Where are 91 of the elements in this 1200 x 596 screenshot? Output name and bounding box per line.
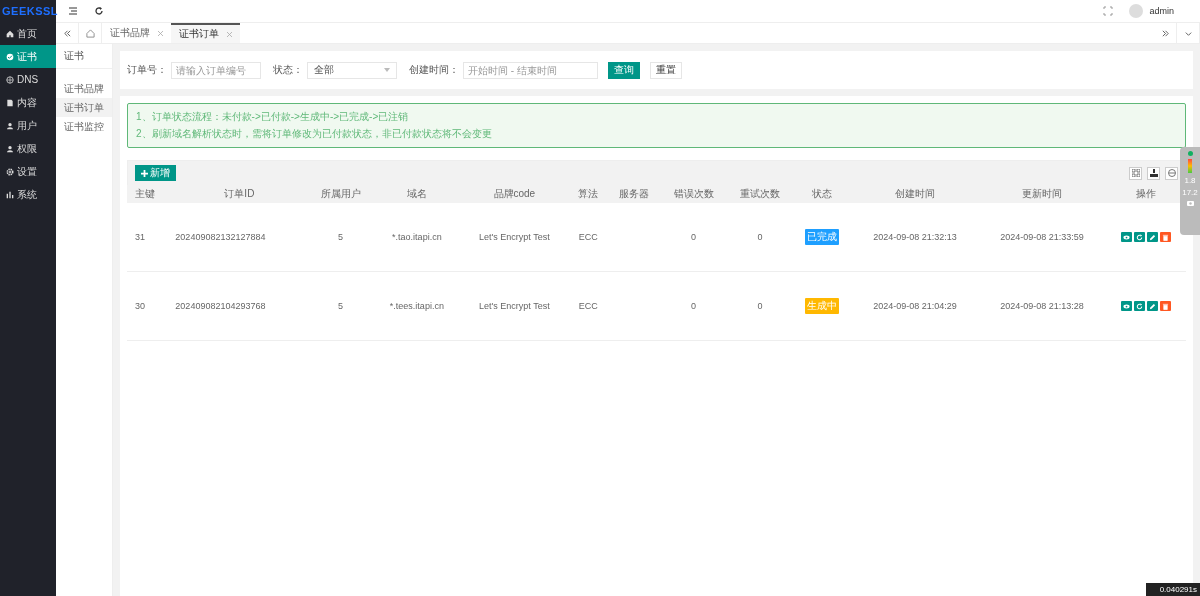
close-icon[interactable] — [227, 31, 232, 37]
view-button[interactable] — [1120, 301, 1132, 311]
table-cell: 0 — [691, 301, 697, 311]
sidebar-item[interactable]: 首页 — [0, 22, 56, 45]
status-select[interactable]: 全部 — [307, 61, 397, 79]
gear-icon — [6, 167, 14, 176]
field-label: 状态： — [273, 63, 303, 77]
reset-button[interactable]: 重置 — [650, 61, 682, 79]
table-cell: 2024-09-08 21:33:59 — [1000, 232, 1084, 242]
refresh-icon[interactable] — [94, 6, 104, 16]
submenu-item[interactable]: 证书订单 — [56, 98, 112, 117]
table-cell: 0 — [691, 232, 697, 242]
cert-icon — [6, 52, 14, 61]
search-button[interactable]: 查询 — [608, 61, 640, 79]
table-cell: 2024-09-08 21:04:29 — [873, 301, 957, 311]
column-header: 状态 — [793, 185, 852, 203]
notice-text: 2、刷新域名解析状态时，需将订单修改为已付款状态，非已付款状态将不会变更 — [136, 127, 493, 141]
timing-badge: 0.040291s — [1145, 583, 1200, 596]
table-cell: Let's Encrypt Test — [479, 301, 550, 311]
column-header: 主键 — [127, 185, 172, 203]
column-header: 品牌code — [459, 185, 569, 203]
caret-icon — [384, 68, 390, 72]
status-badge: 生成中 — [805, 298, 840, 314]
table-cell: *.tao.itapi.cn — [392, 232, 442, 242]
home-icon — [6, 29, 14, 38]
column-header: 重试次数 — [726, 185, 794, 203]
column-header: 创建时间 — [851, 185, 979, 203]
table-cell: 31 — [135, 232, 145, 242]
print-icon[interactable] — [1165, 166, 1178, 180]
column-header: 域名 — [373, 185, 460, 203]
speed-reading: 17.2 — [1182, 188, 1198, 197]
file-icon — [6, 98, 14, 107]
table-cell: 0 — [757, 301, 763, 311]
column-header: 错误次数 — [660, 185, 727, 203]
delete-button[interactable] — [1159, 232, 1171, 242]
submenu-item[interactable]: 证书监控 — [56, 117, 112, 136]
table-cell: 202409082104293768 — [175, 301, 266, 311]
column-header: 订单ID — [171, 185, 308, 203]
table-cell: 2024-09-08 21:32:13 — [873, 232, 957, 242]
refresh-button[interactable] — [1133, 232, 1145, 242]
table-cell: 30 — [135, 301, 145, 311]
tab[interactable]: 证书品牌 — [102, 23, 171, 43]
order-number-field[interactable]: 请输入订单编号 — [171, 61, 261, 79]
date-range-field[interactable]: 开始时间 - 结束时间 — [463, 61, 598, 79]
column-header: 算法 — [568, 185, 608, 203]
refresh-button[interactable] — [1133, 301, 1145, 311]
table-cell: 5 — [338, 301, 344, 311]
add-button[interactable]: 新增 — [135, 165, 176, 181]
close-icon[interactable] — [158, 30, 163, 36]
sidebar-item[interactable]: 内容 — [0, 91, 56, 114]
menu-icon[interactable] — [68, 6, 78, 16]
table-cell: ECC — [578, 232, 598, 242]
delete-button[interactable] — [1159, 301, 1171, 311]
column-header: 更新时间 — [978, 185, 1106, 203]
user-icon — [6, 121, 14, 130]
table-cell: 202409082132127884 — [175, 232, 266, 242]
sidebar-item[interactable]: 证书 — [0, 45, 56, 68]
field-label: 创建时间： — [409, 63, 459, 77]
table-cell: 0 — [757, 232, 763, 242]
globe-icon — [6, 75, 14, 84]
columns-icon[interactable] — [1129, 166, 1142, 180]
sidebar-item[interactable]: 用户 — [0, 114, 56, 137]
table-cell: 2024-09-08 21:13:28 — [1000, 301, 1084, 311]
table-cell: 5 — [338, 232, 344, 242]
sidebar-item[interactable]: 权限 — [0, 137, 56, 160]
camera-icon[interactable] — [1186, 200, 1194, 206]
edit-button[interactable] — [1146, 232, 1158, 242]
column-header: 所属用户 — [307, 185, 374, 203]
table-cell: Let's Encrypt Test — [479, 232, 550, 242]
export-icon[interactable] — [1147, 166, 1160, 180]
submenu-title: 证书 — [56, 44, 112, 69]
notice-text: 1、订单状态流程：未付款->已付款->生成中->已完成->已注销 — [136, 110, 410, 124]
view-button[interactable] — [1120, 232, 1132, 242]
field-label: 订单号： — [127, 63, 167, 77]
sidebar-item[interactable]: DNS — [0, 68, 56, 91]
sidebar-item[interactable]: 系统 — [0, 183, 56, 206]
tab[interactable]: 证书订单 — [171, 23, 240, 43]
chart-icon — [6, 190, 14, 199]
edit-button[interactable] — [1146, 301, 1158, 311]
status-badge: 已完成 — [805, 229, 840, 245]
column-header: 服务器 — [607, 185, 661, 203]
username[interactable]: admin — [1149, 6, 1174, 16]
sidebar-item[interactable]: 设置 — [0, 160, 56, 183]
status-dot — [1187, 151, 1193, 156]
user-icon — [6, 144, 14, 153]
table-cell: ECC — [578, 301, 598, 311]
plus-icon — [141, 169, 148, 177]
submenu-item[interactable]: 证书品牌 — [56, 79, 112, 98]
table-cell: *.tees.itapi.cn — [389, 301, 444, 311]
fullscreen-icon[interactable] — [1103, 6, 1114, 16]
meter-icon — [1188, 159, 1192, 173]
